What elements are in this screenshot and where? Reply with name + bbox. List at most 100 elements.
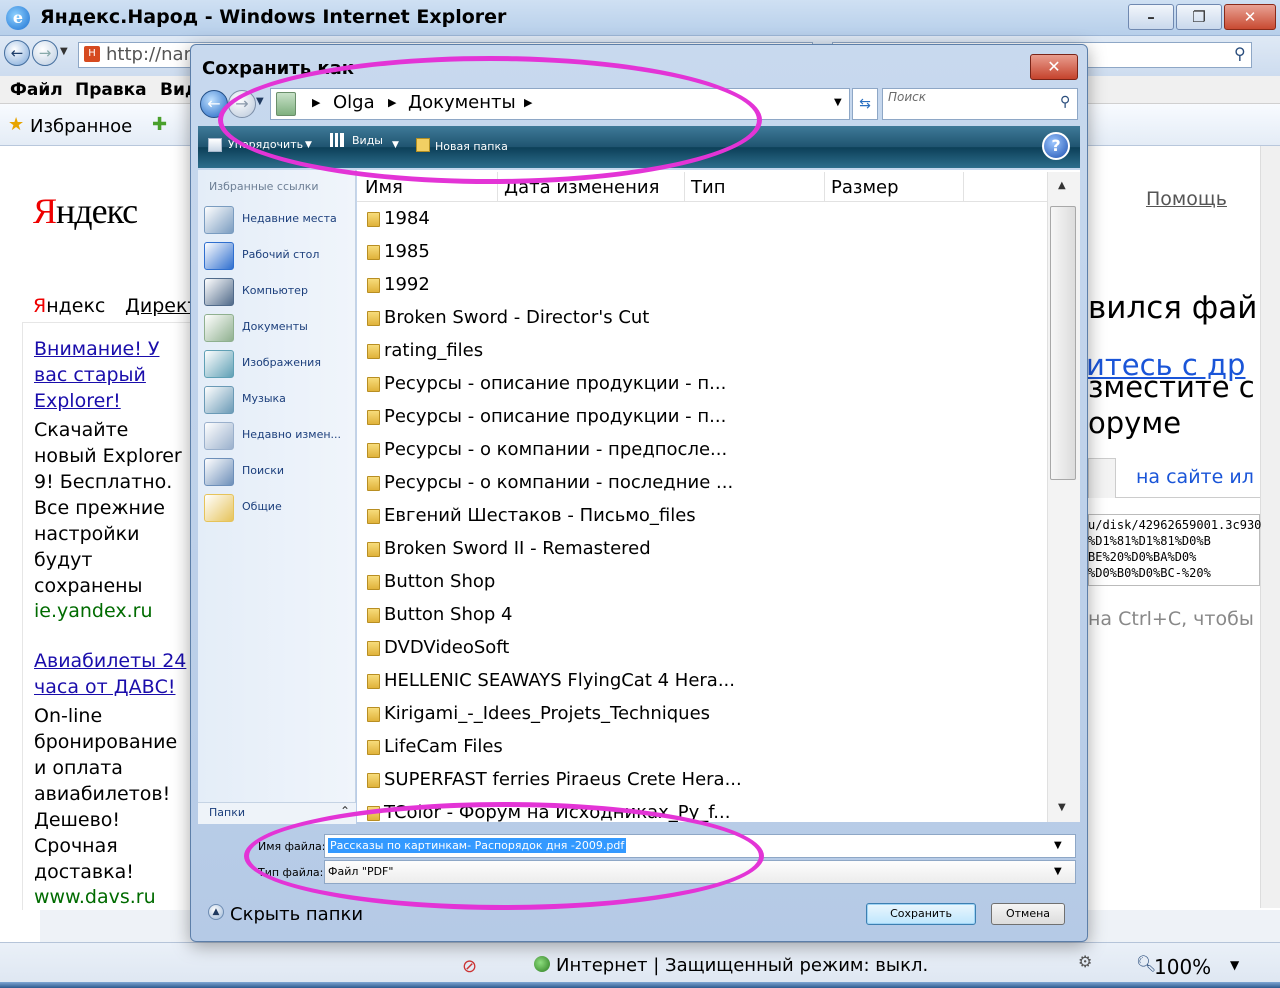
- file-row[interactable]: rating_files: [357, 336, 1047, 369]
- file-row[interactable]: 1984: [357, 204, 1047, 237]
- search-icon[interactable]: ⚲: [1060, 94, 1070, 110]
- page-heading: вился фай: [1088, 290, 1258, 326]
- yandex-logo-rest: ндекс: [56, 191, 138, 231]
- zoom-level[interactable]: 100%: [1154, 955, 1211, 979]
- file-row[interactable]: SUPERFAST ferries Piraeus Crete Hera...: [357, 765, 1047, 798]
- folder-icon: [367, 212, 380, 227]
- file-row[interactable]: Ресурсы - о компании - предпосле...: [357, 435, 1047, 468]
- column-header-size[interactable]: Размер: [831, 177, 899, 198]
- menu-file[interactable]: Файл: [10, 80, 63, 100]
- help-icon[interactable]: ?: [1042, 132, 1070, 160]
- folder-icon: [367, 773, 380, 788]
- breadcrumb-dropdown-icon[interactable]: ▼: [834, 97, 842, 108]
- favorite-link-item[interactable]: Рабочий стол: [242, 248, 319, 261]
- file-name: Евгений Шестаков - Письмо_files: [384, 505, 696, 526]
- dialog-close-button[interactable]: ✕: [1030, 54, 1078, 80]
- file-row[interactable]: Button Shop 4: [357, 600, 1047, 633]
- folder-icon: [367, 740, 380, 755]
- annotation-ellipse: [244, 802, 764, 910]
- file-row[interactable]: Broken Sword - Director's Cut: [357, 303, 1047, 336]
- ie-logo-icon: e: [6, 6, 30, 30]
- ad-title-link[interactable]: Внимание! У вас старый Explorer!: [34, 336, 194, 414]
- yandex-logo-first-letter: Я: [33, 191, 57, 231]
- tab-active[interactable]: [1088, 458, 1116, 498]
- column-divider[interactable]: [684, 172, 685, 202]
- hide-folders-button[interactable]: Скрыть папки: [230, 904, 363, 925]
- popup-blocker-icon[interactable]: ⊘: [462, 956, 477, 977]
- file-row[interactable]: Kirigami_-_Idees_Projets_Techniques: [357, 699, 1047, 732]
- searches-icon: [204, 458, 234, 486]
- refresh-button[interactable]: ⇆: [852, 88, 878, 120]
- column-divider[interactable]: [963, 172, 964, 202]
- ad-url[interactable]: www.davs.ru: [34, 886, 156, 908]
- tab-on-site[interactable]: на сайте ил: [1136, 466, 1254, 488]
- address-text[interactable]: http://nar: [106, 44, 191, 65]
- favorite-link-item[interactable]: Поиски: [242, 464, 284, 477]
- forward-button[interactable]: →: [32, 40, 58, 66]
- minimize-button[interactable]: –: [1128, 4, 1174, 30]
- favorites-button[interactable]: Избранное: [30, 116, 132, 137]
- scroll-down-icon[interactable]: ▼: [1058, 802, 1066, 813]
- nav-yandex[interactable]: Яндекс: [33, 295, 105, 317]
- recently-changed-icon: [204, 422, 234, 450]
- file-row[interactable]: DVDVideoSoft: [357, 633, 1047, 666]
- folder-icon: [367, 443, 380, 458]
- protected-mode-icon[interactable]: ⚙: [1078, 952, 1092, 971]
- folder-icon: [367, 608, 380, 623]
- scrollbar-thumb[interactable]: [1050, 206, 1076, 480]
- favorite-link-item[interactable]: Изображения: [242, 356, 321, 369]
- computer-icon: [204, 278, 234, 306]
- help-link[interactable]: Помощь: [1146, 188, 1227, 210]
- favorite-link-item[interactable]: Недавно измен...: [242, 428, 341, 441]
- ad-url[interactable]: ie.yandex.ru: [34, 600, 153, 622]
- file-row[interactable]: Ресурсы - описание продукции - п...: [357, 402, 1047, 435]
- close-window-button[interactable]: ✕: [1224, 4, 1276, 30]
- file-row[interactable]: Button Shop: [357, 567, 1047, 600]
- favorites-star-icon[interactable]: ★: [8, 114, 24, 135]
- file-name: Kirigami_-_Idees_Projets_Techniques: [384, 703, 711, 724]
- search-icon[interactable]: ⚲: [1234, 44, 1246, 63]
- menu-edit[interactable]: Правка: [75, 80, 147, 100]
- window-title: Яндекс.Народ - Windows Internet Explorer: [40, 6, 507, 28]
- file-row[interactable]: Ресурсы - описание продукции - п...: [357, 369, 1047, 402]
- chevron-down-icon[interactable]: ▼: [1054, 866, 1062, 877]
- folder-icon: [367, 245, 380, 260]
- file-row[interactable]: 1985: [357, 237, 1047, 270]
- history-dropdown-icon[interactable]: ▼: [60, 46, 68, 57]
- search-placeholder: Поиск: [888, 90, 927, 104]
- yandex-logo[interactable]: Яндекс: [33, 190, 138, 232]
- page-subheading: зместите с: [1088, 370, 1255, 404]
- file-row[interactable]: HELLENIC SEAWAYS FlyingCat 4 Hera...: [357, 666, 1047, 699]
- folders-label[interactable]: Папки: [209, 806, 245, 819]
- nav-direct[interactable]: Директ: [125, 295, 199, 317]
- file-name: Ресурсы - описание продукции - п...: [384, 406, 727, 427]
- save-button[interactable]: Сохранить: [866, 903, 976, 925]
- chevron-down-icon[interactable]: ▼: [1054, 840, 1062, 851]
- scroll-up-icon[interactable]: ▲: [1058, 180, 1066, 191]
- chevron-up-icon[interactable]: ▲: [208, 904, 224, 920]
- add-favorite-icon[interactable]: ✚: [152, 114, 167, 135]
- column-divider[interactable]: [824, 172, 825, 202]
- file-row[interactable]: LifeCam Files: [357, 732, 1047, 765]
- file-name: Ресурсы - описание продукции - п...: [384, 373, 727, 394]
- file-row[interactable]: 1992: [357, 270, 1047, 303]
- favorite-link-item[interactable]: Компьютер: [242, 284, 308, 297]
- favorite-link-item[interactable]: Документы: [242, 320, 308, 333]
- favorite-link-item[interactable]: Музыка: [242, 392, 286, 405]
- cancel-button[interactable]: Отмена: [991, 903, 1065, 925]
- ad-title-link[interactable]: Авиабилеты 24 часа от ДАВС!: [34, 648, 194, 700]
- column-header-type[interactable]: Тип: [691, 177, 725, 198]
- favorite-link-item[interactable]: Недавние места: [242, 212, 337, 225]
- back-button[interactable]: ←: [4, 40, 30, 66]
- file-row[interactable]: Broken Sword II - Remastered: [357, 534, 1047, 567]
- file-name: Ресурсы - о компании - последние ...: [384, 472, 734, 493]
- organize-icon: [208, 138, 222, 152]
- page-scrollbar[interactable]: [1260, 146, 1280, 908]
- zoom-dropdown-icon[interactable]: ▼: [1230, 958, 1239, 972]
- file-row[interactable]: Ресурсы - о компании - последние ...: [357, 468, 1047, 501]
- favorite-link-item[interactable]: Общие: [242, 500, 282, 513]
- status-zone-text: Интернет | Защищенный режим: выкл.: [556, 955, 929, 976]
- file-row[interactable]: Евгений Шестаков - Письмо_files: [357, 501, 1047, 534]
- maximize-button[interactable]: ❐: [1176, 4, 1222, 30]
- recent-places-icon: [204, 206, 234, 234]
